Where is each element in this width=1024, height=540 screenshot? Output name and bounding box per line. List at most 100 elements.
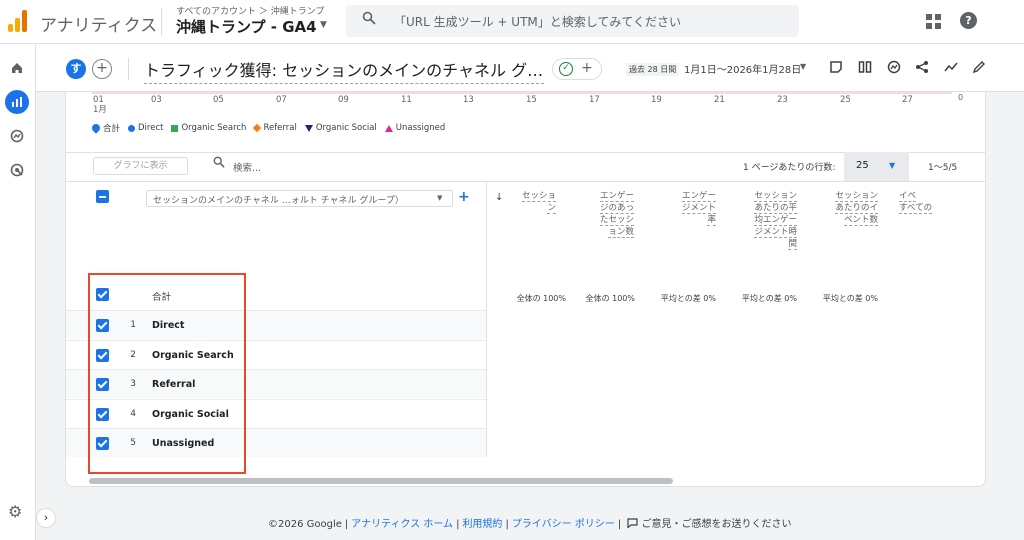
legend-item[interactable]: Organic Search	[171, 123, 246, 133]
check-circle-icon: ✓	[559, 62, 573, 76]
metric-total: 全体の 100%	[516, 294, 566, 303]
explore-icon[interactable]	[5, 124, 29, 148]
page-title: トラフィック獲得: セッションのメインのチャネル グループ（デフォルト チャネル…	[144, 57, 544, 84]
x-tick-label: 03	[151, 95, 162, 105]
expand-nav-icon[interactable]: ›	[36, 508, 56, 528]
search-icon	[362, 11, 376, 29]
home-icon[interactable]	[5, 56, 29, 80]
x-tick-label: 05	[213, 95, 224, 105]
top-app-bar: アナリティクス すべてのアカウント ＞ 沖縄トランプ 沖縄トランプ - GA4 …	[0, 0, 1024, 44]
metric-column-header[interactable]: エンゲー ジのあっ たセッシ ョン数	[574, 190, 634, 238]
insights-icon[interactable]	[884, 57, 904, 77]
legend-label: 合計	[103, 124, 121, 134]
x-tick-label: 07	[276, 95, 287, 105]
advertising-icon[interactable]	[5, 158, 29, 182]
app-name: アナリティクス	[40, 16, 158, 36]
rows-per-page-select[interactable]: 25 ▼	[844, 152, 909, 181]
legend-item[interactable]: 合計	[90, 122, 121, 134]
tri-up-marker-icon	[384, 124, 393, 132]
x-axis-month-label: 1月	[93, 105, 107, 115]
x-tick-label: 23	[777, 95, 788, 105]
comparison-avatar[interactable]: す	[66, 59, 86, 79]
legend-item[interactable]: Organic Social	[304, 123, 377, 133]
property-selector[interactable]: 沖縄トランプ - GA4	[176, 16, 317, 37]
metric-total: 平均との差 0%	[741, 294, 797, 303]
date-preset-chip: 過去 28 日間	[626, 63, 680, 76]
chevron-down-icon: ▼	[889, 161, 896, 170]
tri-down-marker-icon	[304, 124, 313, 132]
customize-report-icon[interactable]	[855, 57, 875, 77]
metric-header-line: セッション	[754, 191, 797, 202]
metric-column-header[interactable]: エンゲー ジメント率	[656, 190, 716, 226]
metric-header-line: イベ	[899, 191, 917, 202]
plot-rows-button[interactable]: グラフに表示	[93, 157, 188, 175]
chevron-down-icon[interactable]: ▼	[800, 62, 806, 71]
dimension-select-value: セッションのメインのチャネル …ォルト チャネル グループ）	[153, 196, 404, 206]
add-dimension-button[interactable]: +	[458, 189, 470, 205]
metric-header-line: セッショ	[521, 191, 556, 202]
x-tick-label: 11	[401, 95, 412, 105]
metric-header-line: あたりの平	[754, 203, 797, 214]
metric-total: 平均との差 0%	[822, 294, 878, 303]
metric-column-header[interactable]: イベ すべての	[899, 190, 959, 214]
metric-header-line: ジメント時	[754, 227, 797, 238]
left-nav-rail: ⚙	[0, 44, 36, 540]
diamond-marker-icon	[253, 123, 262, 133]
column-divider	[486, 182, 487, 457]
select-all-checkbox[interactable]	[96, 190, 109, 203]
add-comparison-button[interactable]: +	[92, 59, 112, 79]
table-search-input[interactable]: 検索...	[233, 160, 261, 174]
analytics-logo[interactable]	[8, 10, 28, 32]
date-range-picker[interactable]: 1月1日〜2026年1月28日	[684, 61, 801, 76]
edit-comparisons-icon[interactable]	[826, 57, 846, 77]
divider	[128, 58, 129, 80]
legend-label: Organic Search	[181, 123, 247, 133]
metric-header-line: ョン数	[608, 227, 634, 238]
metric-column-header[interactable]: セッション あたりの平 均エンゲー ジメント時間	[737, 190, 797, 250]
apps-grid-icon[interactable]	[926, 14, 941, 29]
data-quality-pill[interactable]: ✓ +	[552, 58, 602, 80]
edit-pencil-icon[interactable]	[969, 57, 989, 77]
legend-item[interactable]: Direct	[128, 123, 163, 133]
footer-link-terms[interactable]: 利用規約	[462, 519, 502, 530]
rows-per-page-label: 1 ページあたりの行数:	[743, 163, 836, 173]
search-placeholder: 「URL 生成ツール + UTM」と検索してみてください	[394, 15, 682, 29]
rows-per-page-value: 25	[856, 160, 869, 171]
legend-item[interactable]: Referral	[253, 123, 297, 133]
metric-total: 平均との差 0%	[660, 294, 716, 303]
dimension-select[interactable]: セッションのメインのチャネル …ォルト チャネル グループ） ▼	[146, 190, 453, 207]
footer-link-home[interactable]: アナリティクス ホーム	[351, 519, 453, 530]
reports-icon[interactable]	[5, 90, 29, 114]
x-tick-label: 13	[463, 95, 474, 105]
metric-header-line: たセッシ	[599, 215, 634, 226]
metric-header-line: セッション	[835, 191, 878, 202]
page-footer: ©2026 Google | アナリティクス ホーム | 利用規約 | プライバシー ポリシ…	[268, 518, 792, 530]
legend-label: Organic Social	[315, 123, 377, 133]
divider	[161, 8, 162, 36]
metric-column-header[interactable]: セッション	[496, 190, 556, 214]
legend-item[interactable]: Unassigned	[384, 123, 445, 133]
gear-icon[interactable]: ⚙	[8, 502, 22, 521]
search-icon	[213, 156, 225, 171]
share-icon[interactable]	[912, 57, 932, 77]
feedback-link[interactable]: ご意見・ご感想をお送りください	[642, 519, 792, 530]
x-tick-label: 09	[338, 95, 349, 105]
metric-header-line: ジのあっ	[599, 203, 634, 214]
metric-header-line: すべての	[899, 203, 933, 214]
report-card: 01 03 05 07 09 11 13 15 17 19 21 23 25 27 1月 0 合計 Dire…	[65, 92, 986, 487]
metric-header-line: 均エンゲー	[754, 215, 797, 226]
metric-header-line: ン	[547, 203, 556, 214]
help-icon[interactable]: ?	[960, 12, 977, 29]
divider	[66, 181, 985, 182]
footer-link-privacy[interactable]: プライバシー ポリシー	[512, 519, 615, 530]
metric-column-header[interactable]: セッション あたりのイ ベント数	[818, 190, 878, 226]
metric-header-line: ジメント	[681, 203, 716, 214]
metric-header-line: エンゲー	[681, 191, 716, 202]
chevron-down-icon[interactable]: ▼	[320, 20, 327, 30]
global-search-input[interactable]: 「URL 生成ツール + UTM」と検索してみてください	[346, 5, 799, 37]
horizontal-scrollbar[interactable]	[89, 478, 673, 484]
feedback-icon[interactable]	[624, 518, 641, 530]
compare-trend-icon[interactable]	[941, 57, 961, 77]
legend-label: Direct	[138, 123, 164, 133]
x-tick-label: 21	[714, 95, 725, 105]
